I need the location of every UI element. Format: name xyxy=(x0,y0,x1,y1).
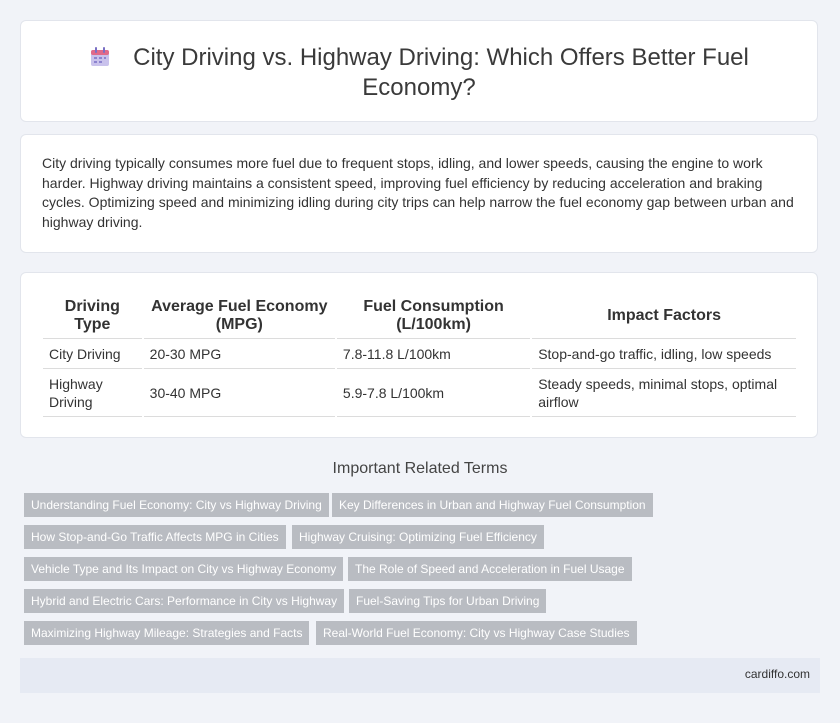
footer: cardiffo.com xyxy=(20,658,820,693)
table-header-cell: Impact Factors xyxy=(532,293,796,339)
related-term-tag[interactable]: Real-World Fuel Economy: City vs Highway… xyxy=(316,621,637,645)
summary-card: City driving typically consumes more fue… xyxy=(20,134,818,253)
table-cell: 20-30 MPG xyxy=(143,339,335,369)
table-cell: 7.8-11.8 L/100km xyxy=(336,339,531,369)
related-term-tag[interactable]: Maximizing Highway Mileage: Strategies a… xyxy=(24,621,310,645)
table-cell: 30-40 MPG xyxy=(143,369,335,417)
related-term-tag[interactable]: Vehicle Type and Its Impact on City vs H… xyxy=(24,557,344,581)
table-row: City Driving 20-30 MPG 7.8-11.8 L/100km … xyxy=(43,339,796,369)
related-term-tag[interactable]: Fuel-Saving Tips for Urban Driving xyxy=(349,589,547,613)
table-header-cell: Average Fuel Economy (MPG) xyxy=(143,293,335,339)
related-term-tag[interactable]: Key Differences in Urban and Highway Fue… xyxy=(332,493,653,517)
comparison-table: Driving Type Average Fuel Economy (MPG) … xyxy=(41,293,798,417)
table-cell: City Driving xyxy=(43,339,142,369)
table-card: Driving Type Average Fuel Economy (MPG) … xyxy=(20,272,818,438)
table-header-cell: Fuel Consumption (L/100km) xyxy=(336,293,531,339)
related-term-tag[interactable]: Hybrid and Electric Cars: Performance in… xyxy=(24,589,345,613)
summary-text: City driving typically consumes more fue… xyxy=(42,155,794,230)
related-term-tag[interactable]: Highway Cruising: Optimizing Fuel Effici… xyxy=(292,525,544,549)
table-row: Highway Driving 30-40 MPG 5.9-7.8 L/100k… xyxy=(43,369,796,417)
related-term-tag[interactable]: How Stop-and-Go Traffic Affects MPG in C… xyxy=(24,525,286,549)
page-title: City Driving vs. Highway Driving: Which … xyxy=(133,44,749,101)
table-header-cell: Driving Type xyxy=(43,293,142,339)
table-cell: Stop-and-go traffic, idling, low speeds xyxy=(532,339,796,369)
table-header-row: Driving Type Average Fuel Economy (MPG) … xyxy=(43,293,796,339)
calendar-icon xyxy=(89,46,111,68)
title-card: City Driving vs. Highway Driving: Which … xyxy=(20,20,818,122)
page-title-wrap: City Driving vs. Highway Driving: Which … xyxy=(21,43,817,103)
table-cell: 5.9-7.8 L/100km xyxy=(336,369,531,417)
related-terms-heading: Important Related Terms xyxy=(332,460,508,477)
table-cell: Highway Driving xyxy=(43,369,142,417)
related-term-tag[interactable]: Understanding Fuel Economy: City vs High… xyxy=(24,493,329,517)
footer-site-link[interactable]: cardiffo.com xyxy=(745,667,810,681)
related-term-tag[interactable]: The Role of Speed and Acceleration in Fu… xyxy=(348,557,632,581)
table-cell: Steady speeds, minimal stops, optimal ai… xyxy=(532,369,796,417)
